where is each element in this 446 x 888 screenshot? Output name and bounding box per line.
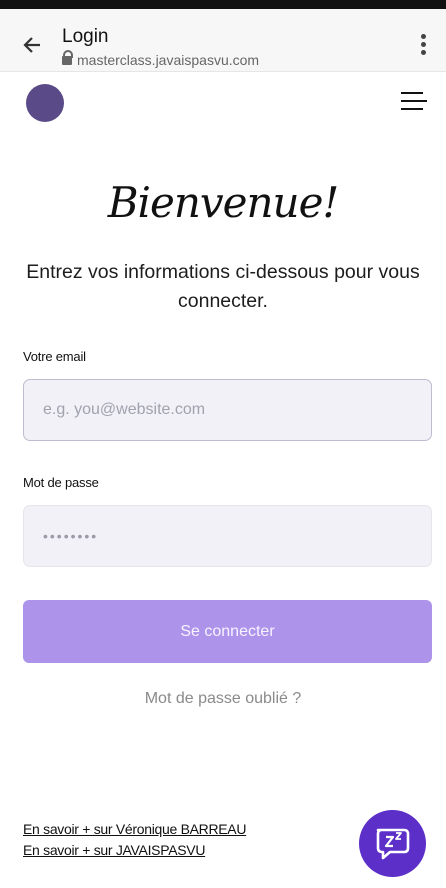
about-veronique-link[interactable]: En savoir + sur Véronique BARREAU	[23, 821, 246, 837]
hamburger-menu-icon[interactable]	[401, 92, 427, 114]
status-bar	[0, 0, 446, 9]
about-javaispasvu-link[interactable]: En savoir + sur JAVAISPASVU	[23, 842, 205, 858]
password-field[interactable]	[23, 505, 432, 567]
email-field[interactable]	[23, 379, 432, 441]
lock-icon	[62, 50, 73, 65]
browser-url[interactable]: masterclass.javaispasvu.com	[62, 50, 260, 68]
browser-toolbar: Login masterclass.javaispasvu.com	[0, 9, 446, 72]
site-logo[interactable]	[26, 84, 64, 122]
email-label: Votre email	[23, 349, 86, 364]
forgot-password-link[interactable]: Mot de passe oublié ?	[0, 690, 446, 708]
login-instructions: Entrez vos informations ci-dessous pour …	[26, 261, 420, 312]
welcome-heading: Bienvenue!	[107, 178, 340, 227]
login-button[interactable]: Se connecter	[23, 600, 432, 663]
more-options-icon[interactable]	[420, 34, 426, 56]
chat-button[interactable]	[359, 810, 426, 877]
browser-title: Login	[62, 26, 109, 47]
url-text: masterclass.javaispasvu.com	[77, 52, 260, 68]
password-label: Mot de passe	[23, 475, 99, 490]
chat-sleep-icon	[376, 828, 410, 860]
back-arrow-icon[interactable]	[22, 35, 42, 55]
